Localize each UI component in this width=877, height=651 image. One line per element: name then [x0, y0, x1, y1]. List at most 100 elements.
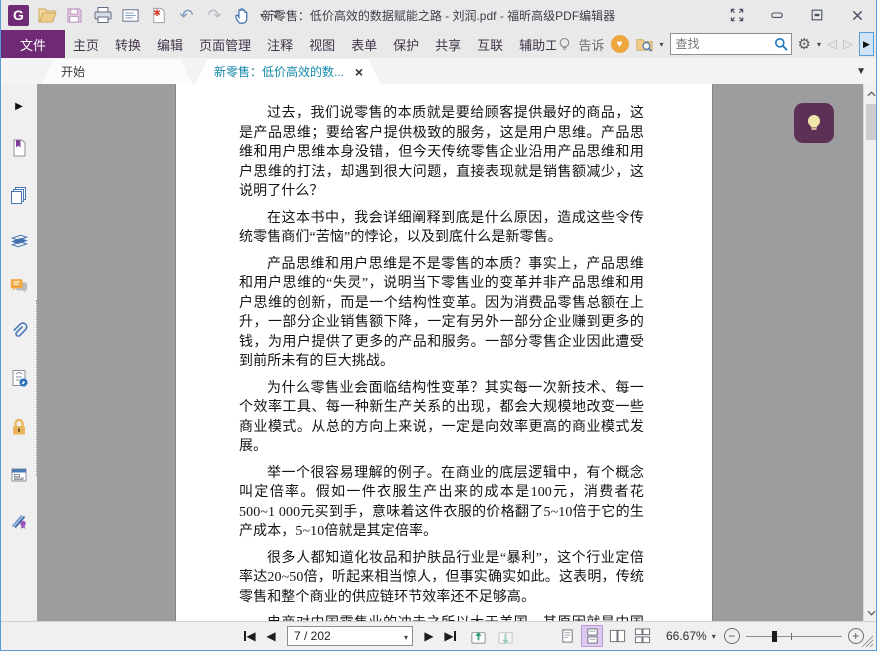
- minimize-icon: [771, 12, 783, 18]
- next-view-button[interactable]: [496, 627, 515, 646]
- search-icon[interactable]: [773, 36, 789, 52]
- bookmark-icon: [13, 139, 26, 157]
- pdf-page[interactable]: 过去，我们说零售的本质就是要给顾客提供最好的商品，这是产品思维；要给客户提供极致…: [176, 84, 712, 622]
- last-page-icon: ▶: [444, 629, 454, 643]
- signature-pen-icon: [11, 514, 26, 529]
- hand-tool-dropdown-caret[interactable]: ▾: [260, 11, 264, 20]
- tab-document[interactable]: 新零售：低价高效的数... ×: [195, 59, 381, 84]
- menu-home[interactable]: 主页: [65, 35, 107, 54]
- page-thumbnails-panel-button[interactable]: [9, 185, 29, 205]
- assistant-lightbulb-button[interactable]: [794, 103, 834, 143]
- menu-page-management[interactable]: 页面管理: [191, 35, 259, 54]
- ribbon-next-icon[interactable]: ▷: [843, 36, 853, 52]
- continuous-page-icon: [586, 628, 598, 644]
- menu-connect[interactable]: 互联: [469, 35, 511, 54]
- window-controls: [724, 0, 870, 30]
- zoom-slider-track: [745, 636, 842, 637]
- security-panel-button[interactable]: [9, 417, 29, 437]
- close-icon: [852, 10, 862, 20]
- hand-tool-icon: [235, 7, 248, 24]
- ribbon-expand-button[interactable]: ▶: [859, 32, 874, 56]
- left-panel-rail: ▶: [1, 84, 37, 622]
- open-file-button[interactable]: [36, 5, 57, 26]
- continuous-view-button[interactable]: [581, 625, 603, 647]
- main-area: ▶ 过去，我们说零售的本质就是要给顾客提供最好的商品，这是产品思维；要给客户提供…: [1, 84, 876, 622]
- digital-signatures-panel-button[interactable]: [9, 368, 29, 388]
- customize-toolbar-button[interactable]: ▾: [271, 11, 281, 21]
- document-paragraph: 很多人都知道化妆品和护肤品行业是“暴利”，这个行业定倍率达20~50倍，听起来相…: [239, 550, 644, 605]
- page-number-caret[interactable]: ▾: [404, 633, 408, 642]
- scroll-up-icon[interactable]: [864, 86, 876, 101]
- facing-pages-icon: [609, 629, 625, 643]
- minimize-button[interactable]: [764, 3, 790, 27]
- menu-form[interactable]: 表单: [343, 35, 385, 54]
- first-page-button[interactable]: ◀: [239, 630, 261, 642]
- sign-panel-button[interactable]: [9, 510, 29, 530]
- search-box: [669, 33, 792, 55]
- continuous-facing-view-button[interactable]: [632, 626, 652, 646]
- menu-view[interactable]: 视图: [301, 35, 343, 54]
- email-note-icon: [122, 8, 139, 22]
- menu-edit[interactable]: 编辑: [149, 35, 191, 54]
- previous-view-button[interactable]: [469, 627, 488, 646]
- menu-share[interactable]: 共享: [427, 35, 469, 54]
- ribbon-prev-icon[interactable]: ◁: [827, 36, 837, 52]
- tell-me-label[interactable]: 告诉: [579, 35, 605, 54]
- new-document-button[interactable]: [148, 5, 169, 26]
- resize-grip[interactable]: [861, 635, 874, 648]
- single-page-view-button[interactable]: [557, 626, 577, 646]
- menu-protect[interactable]: 保护: [385, 35, 427, 54]
- undo-button[interactable]: ↶: [176, 5, 197, 26]
- tab-close-icon[interactable]: ×: [349, 64, 381, 80]
- layers-panel-button[interactable]: [9, 231, 29, 251]
- last-page-bar-icon: [453, 631, 456, 641]
- lightbulb-icon: [559, 37, 569, 50]
- pages-icon: [11, 187, 26, 204]
- scroll-down-icon[interactable]: [864, 605, 876, 620]
- close-button[interactable]: [844, 3, 870, 27]
- last-page-button[interactable]: ▶: [439, 630, 461, 642]
- menu-file[interactable]: 文件: [1, 30, 66, 58]
- bookmarks-panel-button[interactable]: [9, 138, 29, 158]
- page-number-input[interactable]: [288, 627, 412, 645]
- facing-view-button[interactable]: [607, 626, 627, 646]
- folder-search-caret[interactable]: ▾: [660, 40, 664, 49]
- gear-icon[interactable]: ⚙: [798, 37, 811, 52]
- undo-icon: ↶: [179, 5, 194, 25]
- document-paragraph: 举一个很容易理解的例子。在商业的底层逻辑中，有个概念叫定倍率。假如一件衣服生产出…: [239, 465, 644, 540]
- tab-list-caret-icon[interactable]: ▼: [856, 66, 866, 77]
- menu-comment[interactable]: 注释: [259, 35, 301, 54]
- fullscreen-button[interactable]: [724, 3, 750, 27]
- tab-start[interactable]: 开始: [41, 59, 193, 84]
- restore-button[interactable]: [804, 3, 830, 27]
- email-button[interactable]: [120, 5, 141, 26]
- menu-convert[interactable]: 转换: [107, 35, 149, 54]
- folder-search-icon[interactable]: [635, 35, 654, 54]
- next-page-button[interactable]: ▶: [419, 630, 439, 642]
- tab-document-label: 新零售：低价高效的数...: [214, 65, 345, 79]
- document-canvas[interactable]: 过去，我们说零售的本质就是要给顾客提供最好的商品，这是产品思维；要给客户提供极致…: [37, 84, 863, 622]
- gear-caret[interactable]: ▾: [817, 40, 821, 49]
- comments-panel-button[interactable]: [9, 276, 29, 296]
- save-button[interactable]: [64, 5, 85, 26]
- save-floppy-icon: [67, 7, 82, 23]
- scrollbar-thumb[interactable]: [866, 104, 876, 140]
- foxit-logo-icon[interactable]: G: [8, 4, 29, 26]
- previous-page-button[interactable]: ◀: [261, 630, 281, 642]
- zoom-slider-thumb[interactable]: [771, 631, 777, 642]
- fields-panel-button[interactable]: [9, 465, 29, 485]
- panel-expand-icon[interactable]: ▶: [9, 96, 29, 116]
- heart-badge-icon[interactable]: ♥: [610, 35, 629, 53]
- next-view-icon: [498, 631, 513, 644]
- hand-tool-button[interactable]: [232, 5, 253, 26]
- zoom-level-caret[interactable]: ▾: [712, 632, 716, 641]
- attachments-panel-button[interactable]: [9, 321, 29, 341]
- print-button[interactable]: [92, 5, 113, 26]
- document-tab-bar: 开始 新零售：低价高效的数... × ▼: [1, 58, 876, 84]
- vertical-scrollbar[interactable]: [863, 84, 876, 622]
- redo-button[interactable]: ↷: [204, 5, 225, 26]
- zoom-slider[interactable]: [745, 628, 842, 644]
- zoom-level-label[interactable]: 66.67%: [666, 629, 707, 643]
- restore-icon: [811, 9, 823, 21]
- zoom-out-button[interactable]: −: [723, 628, 740, 644]
